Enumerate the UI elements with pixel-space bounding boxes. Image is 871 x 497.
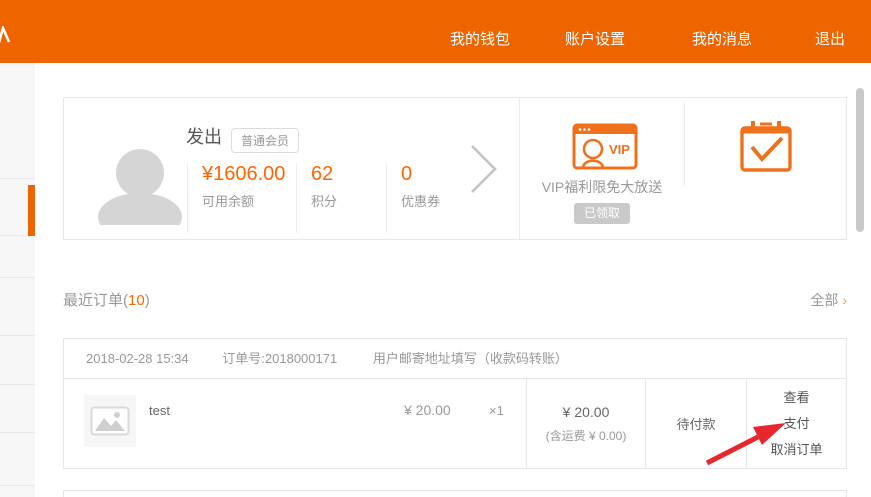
member-level-badge: 普通会员 bbox=[231, 128, 299, 153]
order-status-badge: 待付款 bbox=[676, 414, 715, 433]
orders-count: 10 bbox=[128, 292, 145, 309]
top-header-bar: 我的钱包 账户设置 我的消息 退出 bbox=[0, 0, 871, 63]
avatar-head-shape bbox=[116, 149, 164, 197]
order-status-cell: 待付款 bbox=[645, 379, 746, 468]
sidebar-item[interactable] bbox=[0, 278, 35, 336]
order-card: 2018-02-28 15:34 订单号:2018000171 用户邮寄地址填写… bbox=[63, 338, 847, 469]
product-thumbnail[interactable] bbox=[84, 395, 136, 447]
next-order-card-partial bbox=[63, 490, 847, 497]
cancel-order-link[interactable]: 取消订单 bbox=[770, 437, 822, 463]
logo-icon bbox=[0, 26, 12, 48]
image-placeholder-icon bbox=[90, 406, 130, 436]
points-label: 积分 bbox=[311, 191, 386, 210]
view-all-orders-link[interactable]: 全部› bbox=[810, 290, 847, 310]
chevron-right-icon[interactable] bbox=[468, 142, 500, 196]
order-body-row: test ¥ 20.00 ×1 ¥ 20.00 (含运费 ¥ 0.00) 待付款… bbox=[64, 379, 846, 468]
orders-title-prefix: 最近订单( bbox=[63, 292, 128, 309]
avatar-shoulders-shape bbox=[98, 193, 182, 225]
pay-order-link[interactable]: 支付 bbox=[783, 411, 809, 437]
sidebar-item[interactable] bbox=[0, 385, 35, 433]
avatar[interactable] bbox=[98, 149, 182, 225]
order-total-amount: ¥ 20.00 bbox=[563, 404, 610, 420]
sidebar-item[interactable] bbox=[0, 63, 35, 179]
nav-my-wallet[interactable]: 我的钱包 bbox=[450, 28, 510, 49]
stat-balance[interactable]: ¥1606.00 可用余额 bbox=[187, 163, 296, 233]
orders-section-header: 最近订单(10) 全部› bbox=[63, 289, 847, 309]
sidebar-item[interactable] bbox=[0, 336, 35, 385]
balance-value: ¥1606.00 bbox=[202, 163, 296, 186]
product-quantity: ×1 bbox=[489, 403, 504, 418]
vertical-scrollbar[interactable] bbox=[856, 88, 864, 232]
product-name[interactable]: test bbox=[149, 403, 170, 418]
order-note: 用户邮寄地址填写（收款码转账） bbox=[373, 351, 568, 366]
order-total-cell: ¥ 20.00 (含运费 ¥ 0.00) bbox=[526, 379, 645, 468]
nav-account-settings[interactable]: 账户设置 bbox=[565, 28, 625, 49]
sidebar-item[interactable] bbox=[0, 433, 35, 486]
order-datetime: 2018-02-28 15:34 bbox=[86, 351, 189, 366]
order-number: 订单号:2018000171 bbox=[222, 351, 337, 366]
order-product-cell: test ¥ 20.00 ×1 bbox=[64, 379, 526, 468]
view-order-link[interactable]: 查看 bbox=[783, 385, 809, 411]
sidebar-active-indicator bbox=[28, 185, 35, 236]
svg-text:VIP: VIP bbox=[609, 142, 630, 157]
nav-my-messages[interactable]: 我的消息 bbox=[692, 28, 752, 49]
user-info-card: 发出 普通会员 ¥1606.00 可用余额 62 积分 0 优惠券 bbox=[63, 97, 847, 240]
sidebar-item[interactable] bbox=[0, 236, 35, 278]
balance-label: 可用余额 bbox=[202, 191, 296, 210]
orders-section-title: 最近订单(10) bbox=[63, 289, 150, 310]
order-shipping-note: (含运费 ¥ 0.00) bbox=[546, 427, 627, 444]
view-all-chevron-icon: › bbox=[842, 292, 847, 308]
user-stats: ¥1606.00 可用余额 62 积分 0 优惠券 bbox=[187, 163, 486, 233]
username: 发出 bbox=[186, 123, 222, 149]
nav-logout[interactable]: 退出 bbox=[815, 28, 845, 49]
vip-promo-title: VIP福利限免大放送 bbox=[520, 177, 684, 197]
claimed-badge: 已领取 bbox=[574, 203, 630, 224]
view-all-label: 全部 bbox=[810, 292, 838, 308]
order-header-row: 2018-02-28 15:34 订单号:2018000171 用户邮寄地址填写… bbox=[64, 339, 846, 379]
sidebar-item-active[interactable] bbox=[0, 179, 35, 236]
sidebar-item bbox=[0, 486, 35, 497]
orders-title-suffix: ) bbox=[145, 292, 150, 309]
calendar-check-icon bbox=[738, 116, 794, 176]
sign-in-calendar-block[interactable] bbox=[685, 98, 847, 239]
vip-promo-block[interactable]: VIP VIP福利限免大放送 已领取 bbox=[520, 98, 684, 239]
stat-points[interactable]: 62 积分 bbox=[296, 163, 386, 233]
page: 我的钱包 账户设置 我的消息 退出 发出 普通会员 ¥1606.00 可用余额 bbox=[0, 0, 871, 497]
vip-browser-icon: VIP bbox=[572, 123, 638, 170]
order-actions-cell: 查看 支付 取消订单 bbox=[746, 379, 846, 468]
sidebar bbox=[0, 63, 35, 497]
product-price: ¥ 20.00 bbox=[404, 402, 451, 418]
